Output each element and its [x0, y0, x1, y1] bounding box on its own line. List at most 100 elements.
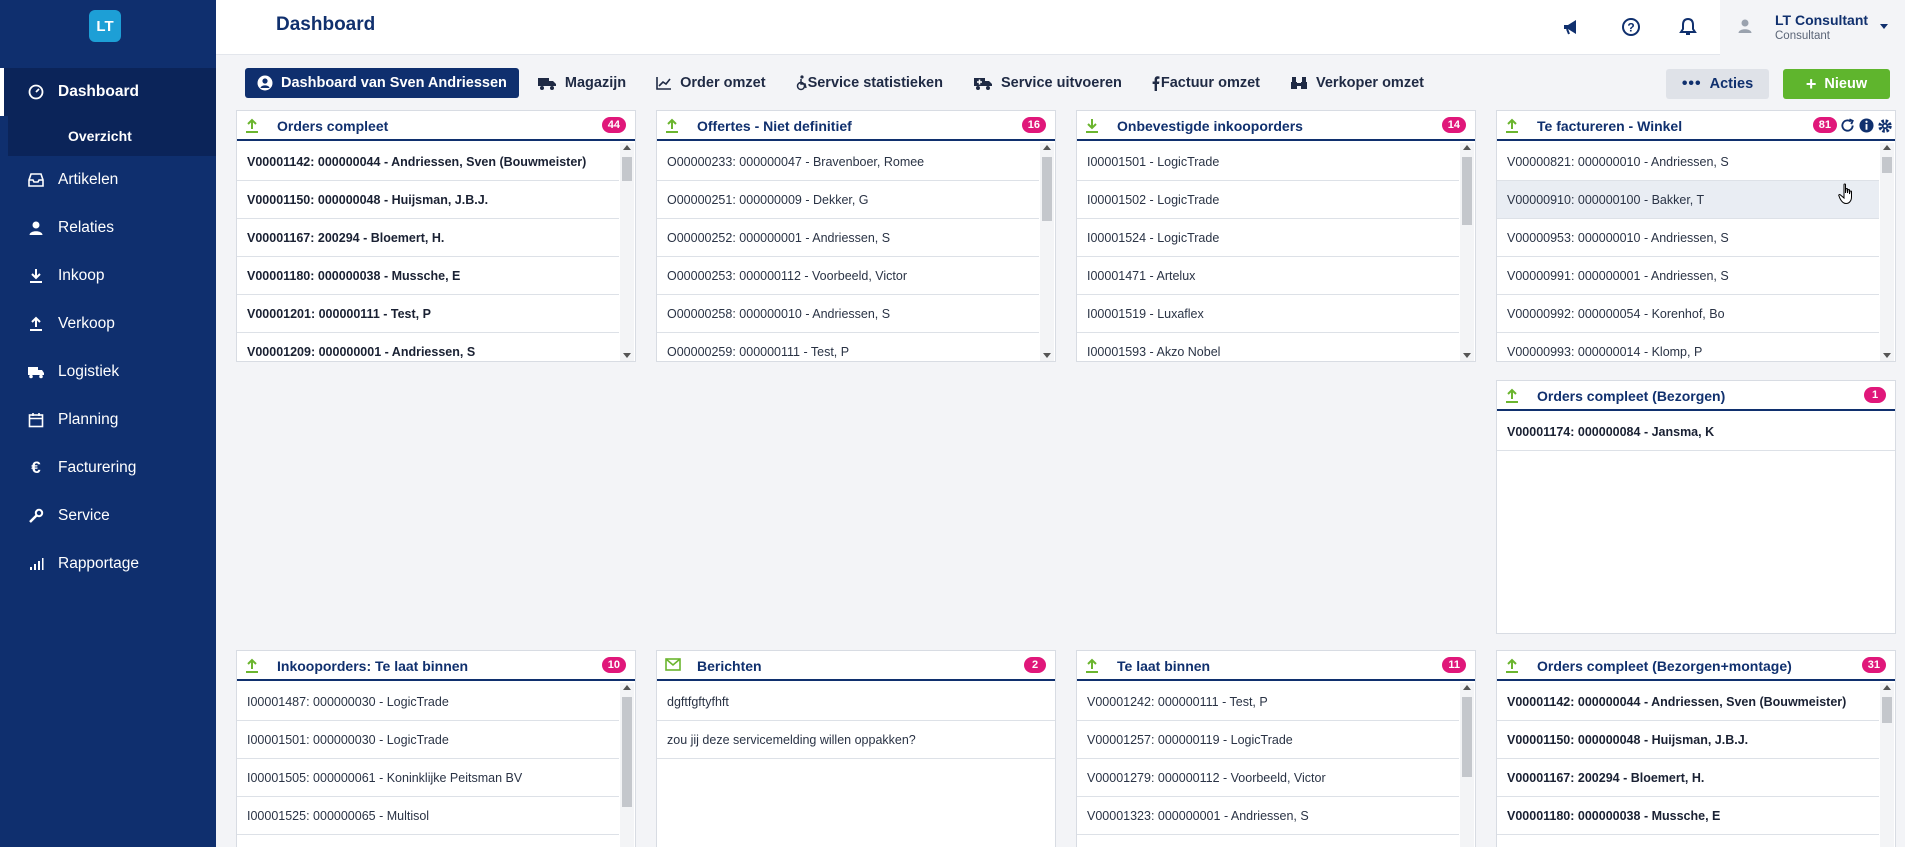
scrollbar[interactable] [1880, 683, 1894, 847]
list-item[interactable]: V00001142: 000000044 - Andriessen, Sven … [1497, 683, 1879, 721]
tab-verkoper-omzet[interactable]: Verkoper omzet [1278, 68, 1436, 98]
acties-button[interactable]: ••• Acties [1666, 69, 1769, 99]
widget-title[interactable]: Berichten [697, 658, 762, 674]
refresh-icon[interactable] [1840, 118, 1855, 138]
tab-magazijn[interactable]: Magazijn [525, 68, 638, 98]
list-item[interactable]: V00001150: 000000048 - Huijsman, J.B.J. [1497, 721, 1879, 759]
list-item[interactable]: V00000992: 000000054 - Korenhof, Bo [1497, 295, 1879, 333]
list-item[interactable]: V00000821: 000000010 - Andriessen, S [1497, 143, 1879, 181]
nieuw-button[interactable]: + Nieuw [1783, 69, 1890, 99]
sidebar-item-artikelen[interactable]: Artikelen [0, 156, 216, 204]
list-item[interactable]: O00000258: 000000010 - Andriessen, S [657, 295, 1039, 333]
list-item[interactable]: V00001142: 000000044 - Andriessen, Sven … [237, 143, 619, 181]
sidebar-item-verkoop[interactable]: Verkoop [0, 300, 216, 348]
dashboard-icon [26, 82, 46, 102]
count-badge: 44 [601, 117, 626, 133]
megaphone-icon[interactable] [1559, 14, 1585, 40]
upload-icon [245, 118, 259, 139]
list-item[interactable]: I00001487: 000000030 - LogicTrade [237, 683, 619, 721]
list-item[interactable]: V00000953: 000000010 - Andriessen, S [1497, 219, 1879, 257]
list-item[interactable]: V00000993: 000000014 - Klomp, P [1497, 333, 1879, 361]
tab-service-uitvoeren[interactable]: Service uitvoeren [961, 68, 1134, 98]
widget-list: I00001487: 000000030 - LogicTrade I00001… [237, 683, 635, 847]
list-item[interactable]: O00000233: 000000047 - Bravenboer, Romee [657, 143, 1039, 181]
widget-title[interactable]: Te factureren - Winkel [1537, 118, 1682, 134]
download-icon [1085, 118, 1099, 139]
list-item[interactable]: V00001167: 200294 - Bloemert, H. [1497, 759, 1879, 797]
sidebar-item-dashboard[interactable]: Dashboard [0, 68, 216, 116]
list-item[interactable]: V00001167: 200294 - Bloemert, H. [237, 219, 619, 257]
list-item[interactable]: O00000253: 000000112 - Voorbeeld, Victor [657, 257, 1039, 295]
sidebar-item-inkoop[interactable]: Inkoop [0, 252, 216, 300]
widget-title[interactable]: Te laat binnen [1117, 658, 1210, 674]
widget-title[interactable]: Onbevestigde inkooporders [1117, 118, 1303, 134]
list-item[interactable]: V00001180: 000000038 - Mussche, E [237, 257, 619, 295]
list-item[interactable]: I00001502 - LogicTrade [1077, 181, 1459, 219]
tab-factuur-omzet[interactable]: Factuur omzet [1140, 68, 1272, 98]
list-item[interactable]: I00001471 - Artelux [1077, 257, 1459, 295]
user-menu[interactable]: LT Consultant Consultant [1720, 0, 1905, 55]
sidebar-subitem-overzicht[interactable]: Overzicht [8, 116, 216, 156]
avatar [1738, 18, 1752, 39]
list-item[interactable]: I00001505: 000000061 - Koninklijke Peits… [237, 759, 619, 797]
sidebar-item-facturering[interactable]: € Facturering [0, 444, 216, 492]
list-item[interactable]: O00000251: 000000009 - Dekker, G [657, 181, 1039, 219]
list-item[interactable]: V00000991: 000000001 - Andriessen, S [1497, 257, 1879, 295]
widget-title[interactable]: Offertes - Niet definitief [697, 118, 852, 134]
sidebar-item-label: Artikelen [58, 171, 119, 188]
list-item[interactable]: V00001242: 000000111 - Test, P [1077, 683, 1459, 721]
scrollbar[interactable] [620, 143, 634, 361]
widget-orders-compleet-bezorgen-montage: Orders compleet (Bezorgen+montage) 31 V0… [1496, 650, 1896, 847]
user-role: Consultant [1775, 30, 1830, 42]
list-item[interactable]: V00001323: 000000001 - Andriessen, S [1077, 797, 1459, 835]
widget-list: I00001501 - LogicTrade I00001502 - Logic… [1077, 143, 1475, 361]
widget-title[interactable]: Orders compleet [277, 118, 388, 134]
message-item[interactable]: dgftfgftyfhft [657, 683, 1055, 721]
tab-service-statistieken[interactable]: Service statistieken [784, 68, 955, 98]
list-item[interactable]: V00001209: 000000001 - Andriessen, S [237, 333, 619, 361]
bar-chart-icon [26, 554, 46, 574]
scrollbar[interactable] [1040, 143, 1054, 361]
scrollbar[interactable] [1460, 683, 1474, 847]
widget-title[interactable]: Orders compleet (Bezorgen) [1537, 388, 1725, 404]
gear-icon[interactable] [1877, 118, 1893, 139]
list-item[interactable]: V00001150: 000000048 - Huijsman, J.B.J. [237, 181, 619, 219]
sidebar-item-planning[interactable]: Planning [0, 396, 216, 444]
message-item[interactable]: zou jij deze servicemelding willen oppak… [657, 721, 1055, 759]
list-item[interactable]: V00001180: 000000038 - Mussche, E [1497, 797, 1879, 835]
list-item[interactable]: V00000910: 000000100 - Bakker, T [1497, 181, 1879, 219]
scrollbar[interactable] [1460, 143, 1474, 361]
list-item[interactable]: O00000259: 000000111 - Test, P [657, 333, 1039, 361]
sidebar-nav: Dashboard Overzicht Artikelen Relaties I… [0, 68, 216, 588]
widget-title[interactable]: Inkooporders: Te laat binnen [277, 658, 468, 674]
ambulance-icon [973, 76, 993, 91]
tab-order-omzet[interactable]: Order omzet [644, 68, 777, 98]
list-item[interactable]: I00001524 - LogicTrade [1077, 219, 1459, 257]
scrollbar[interactable] [620, 683, 634, 847]
list-item[interactable]: I00001525: 000000065 - Multisol [237, 797, 619, 835]
sidebar-item-relaties[interactable]: Relaties [0, 204, 216, 252]
list-item[interactable]: I00001519 - Luxaflex [1077, 295, 1459, 333]
more-icon: ••• [1681, 75, 1702, 92]
sidebar-item-rapportage[interactable]: Rapportage [0, 540, 216, 588]
line-chart-icon [656, 76, 672, 90]
list-item[interactable]: I00001501 - LogicTrade [1077, 143, 1459, 181]
tab-dashboard-sven[interactable]: Dashboard van Sven Andriessen [245, 68, 519, 98]
list-item[interactable]: V00001257: 000000119 - LogicTrade [1077, 721, 1459, 759]
list-item[interactable]: I00001593 - Akzo Nobel [1077, 333, 1459, 361]
scrollbar[interactable] [1880, 143, 1894, 361]
list-item[interactable]: V00001174: 000000084 - Jansma, K [1497, 413, 1895, 451]
list-item[interactable]: O00000252: 000000001 - Andriessen, S [657, 219, 1039, 257]
upload-icon [1505, 118, 1519, 139]
sidebar-item-logistiek[interactable]: Logistiek [0, 348, 216, 396]
info-icon[interactable] [1859, 118, 1874, 138]
list-item[interactable]: V00001201: 000000111 - Test, P [237, 295, 619, 333]
list-item[interactable]: V00001279: 000000112 - Voorbeeld, Victor [1077, 759, 1459, 797]
logo[interactable]: LT [89, 10, 121, 42]
help-icon[interactable]: ? [1618, 14, 1644, 40]
bell-icon[interactable] [1675, 14, 1701, 40]
sidebar-item-service[interactable]: Service [0, 492, 216, 540]
tab-label: Magazijn [564, 75, 627, 91]
list-item[interactable]: I00001501: 000000030 - LogicTrade [237, 721, 619, 759]
widget-title[interactable]: Orders compleet (Bezorgen+montage) [1537, 658, 1792, 674]
